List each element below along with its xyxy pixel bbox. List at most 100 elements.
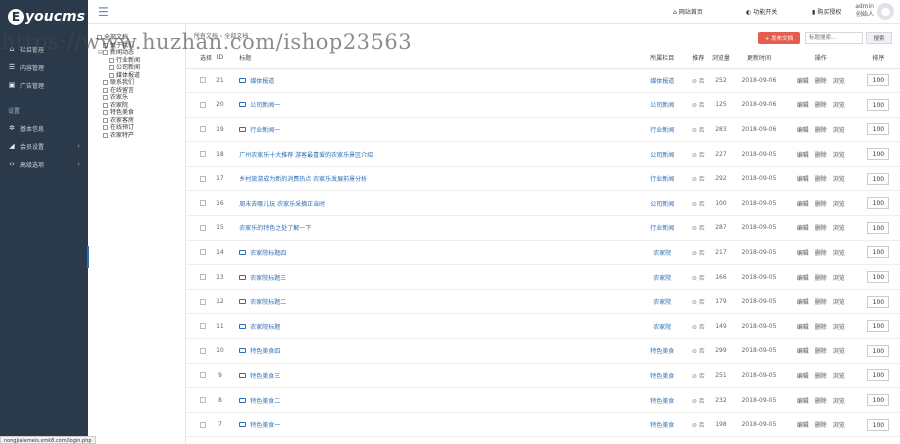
row-title-link[interactable]: 行业新闻一: [250, 127, 280, 134]
sidebar-item-setting-1[interactable]: ◢ 会员设置 ›: [0, 137, 88, 155]
view-link[interactable]: 浏览: [833, 250, 845, 257]
row-top-flag[interactable]: ⊘ 否: [692, 422, 705, 429]
top-link-0[interactable]: ⌂ 网站首页: [673, 7, 703, 16]
top-link-1[interactable]: ◐ 功能开关: [746, 7, 777, 16]
row-checkbox[interactable]: [200, 372, 206, 379]
row-checkbox[interactable]: [200, 347, 206, 354]
tree-checkbox[interactable]: [103, 80, 108, 85]
tree-item[interactable]: 关于我们: [92, 42, 185, 50]
row-checkbox[interactable]: [200, 249, 206, 256]
view-link[interactable]: 浏览: [833, 299, 845, 306]
tree-item[interactable]: 在线预订: [92, 124, 185, 132]
view-link[interactable]: 浏览: [833, 324, 845, 331]
delete-link[interactable]: 删除: [815, 250, 827, 257]
sort-input[interactable]: 100: [867, 172, 890, 185]
row-title-link[interactable]: 农家院标题二: [250, 299, 286, 306]
delete-link[interactable]: 删除: [815, 324, 827, 331]
row-title-link[interactable]: 特色美食四: [250, 348, 280, 355]
tree-item[interactable]: 公司新闻: [92, 64, 185, 72]
sort-input[interactable]: 100: [867, 271, 890, 284]
sidebar-item-setting-2[interactable]: ‹› 高级选项 ›: [0, 155, 88, 173]
row-column-link[interactable]: 公司新闻: [650, 152, 674, 159]
view-link[interactable]: 浏览: [833, 201, 845, 208]
view-link[interactable]: 浏览: [833, 152, 845, 159]
delete-link[interactable]: 删除: [815, 127, 827, 134]
row-top-flag[interactable]: ⊘ 否: [692, 102, 705, 109]
edit-link[interactable]: 编辑: [797, 250, 809, 257]
edit-link[interactable]: 编辑: [797, 152, 809, 159]
edit-link[interactable]: 编辑: [797, 324, 809, 331]
edit-link[interactable]: 编辑: [797, 201, 809, 208]
edit-link[interactable]: 编辑: [797, 78, 809, 85]
row-top-flag[interactable]: ⊘ 否: [692, 398, 705, 405]
sort-input[interactable]: 100: [867, 418, 890, 431]
tree-checkbox[interactable]: [97, 35, 102, 40]
row-title-link[interactable]: 农家院标题四: [250, 250, 286, 257]
sort-input[interactable]: 100: [867, 320, 890, 333]
row-checkbox[interactable]: [200, 298, 206, 305]
view-link[interactable]: 浏览: [833, 176, 845, 183]
row-title-link[interactable]: 特色美食一: [250, 422, 280, 429]
tree-item[interactable]: 全部文档: [92, 34, 185, 42]
tree-item[interactable]: 农家乐: [92, 94, 185, 102]
row-top-flag[interactable]: ⊘ 否: [692, 275, 705, 282]
admin-info[interactable]: admin 创始人: [855, 3, 874, 19]
sidebar-item-setting-0[interactable]: ✲ 基本信息: [0, 119, 88, 137]
row-top-flag[interactable]: ⊘ 否: [692, 299, 705, 306]
edit-link[interactable]: 编辑: [797, 299, 809, 306]
top-link-2[interactable]: ▮ 购买授权: [812, 7, 841, 16]
sort-input[interactable]: 100: [867, 148, 890, 161]
delete-link[interactable]: 删除: [815, 275, 827, 282]
view-link[interactable]: 浏览: [833, 127, 845, 134]
row-title-link[interactable]: 乡村旅游成为新的消费热点 农家乐发展前景分析: [239, 176, 367, 183]
tree-item[interactable]: 农家特产: [92, 132, 185, 140]
row-title-link[interactable]: 媒体报道: [250, 78, 274, 85]
add-document-button[interactable]: + 发布文档: [758, 32, 800, 44]
sidebar-item-main-1[interactable]: ☰ 内容管理: [0, 58, 88, 76]
avatar[interactable]: ●: [877, 3, 894, 20]
edit-link[interactable]: 编辑: [797, 398, 809, 405]
row-column-link[interactable]: 特色美食: [650, 348, 674, 355]
tree-checkbox[interactable]: [109, 72, 114, 78]
row-title-link[interactable]: 农家院标题: [250, 324, 280, 331]
row-checkbox[interactable]: [200, 274, 206, 281]
row-column-link[interactable]: 媒体报道: [650, 78, 674, 85]
delete-link[interactable]: 删除: [815, 299, 827, 306]
view-link[interactable]: 浏览: [833, 422, 845, 429]
tree-checkbox[interactable]: [103, 132, 108, 138]
row-column-link[interactable]: 公司新闻: [650, 201, 674, 208]
edit-link[interactable]: 编辑: [797, 422, 809, 429]
row-top-flag[interactable]: ⊘ 否: [692, 176, 705, 183]
tree-item[interactable]: 农家客房: [92, 117, 185, 125]
sidebar-item-main-2[interactable]: ▣ 广告管理: [0, 76, 88, 94]
row-checkbox[interactable]: [200, 77, 206, 84]
row-title-link[interactable]: 农家乐的特色之处了解一下: [239, 225, 311, 232]
edit-link[interactable]: 编辑: [797, 102, 809, 109]
edit-link[interactable]: 编辑: [797, 225, 809, 232]
row-title-link[interactable]: 特色美食三: [250, 373, 280, 380]
sort-input[interactable]: 100: [867, 246, 890, 259]
row-column-link[interactable]: 农家院: [653, 250, 671, 257]
sort-input[interactable]: 100: [867, 221, 890, 234]
row-column-link[interactable]: 特色美食: [650, 398, 674, 405]
row-checkbox[interactable]: [200, 397, 206, 404]
sort-input[interactable]: 100: [867, 74, 890, 87]
row-title-link[interactable]: 广州农家乐十大推荐 游客最喜爱的农家乐景区介绍: [239, 152, 373, 159]
row-column-link[interactable]: 行业新闻: [650, 176, 674, 183]
delete-link[interactable]: 删除: [815, 398, 827, 405]
row-column-link[interactable]: 行业新闻: [650, 127, 674, 134]
tree-checkbox[interactable]: [103, 42, 108, 48]
sort-input[interactable]: 100: [867, 344, 890, 357]
row-column-link[interactable]: 特色美食: [650, 373, 674, 380]
tree-item[interactable]: 在线留言: [92, 87, 185, 95]
row-column-link[interactable]: 特色美食: [650, 422, 674, 429]
search-button[interactable]: 搜索: [866, 32, 892, 44]
row-top-flag[interactable]: ⊘ 否: [692, 250, 705, 257]
menu-toggle-icon[interactable]: ☰: [98, 5, 109, 19]
tree-item[interactable]: 特色美食: [92, 109, 185, 117]
row-column-link[interactable]: 农家院: [653, 299, 671, 306]
view-link[interactable]: 浏览: [833, 398, 845, 405]
delete-link[interactable]: 删除: [815, 225, 827, 232]
row-top-flag[interactable]: ⊘ 否: [692, 373, 705, 380]
tree-checkbox[interactable]: [103, 50, 108, 55]
